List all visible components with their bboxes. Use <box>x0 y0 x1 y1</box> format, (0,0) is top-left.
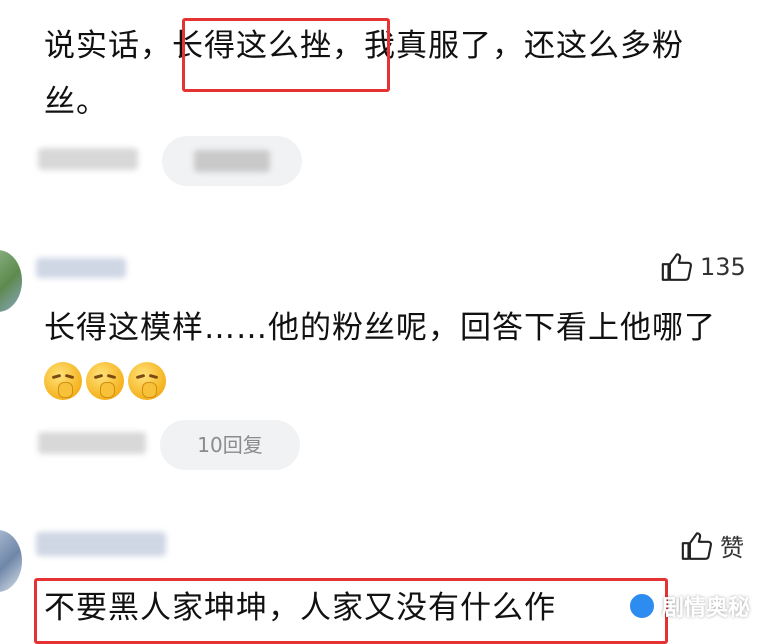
comment-1-text: 说实话，长得这么挫，我真服了，还这么多粉丝。 <box>44 28 684 120</box>
comment-1-blurred-meta <box>38 148 138 170</box>
comment-2-blurred-meta <box>38 432 146 454</box>
comment-3-like-button[interactable]: 赞 <box>680 528 744 563</box>
thumbs-up-icon <box>681 531 712 560</box>
comment-2-reply-count: 10回复 <box>197 433 263 457</box>
comment-3-like-label: 赞 <box>720 534 744 562</box>
commenter-2-name-blurred[interactable] <box>36 258 126 278</box>
shush-emoji-icon <box>128 362 166 400</box>
watermark: 剧情奥秘 <box>628 590 750 622</box>
comment-1-highlight <box>182 18 390 92</box>
comment-1-reply-pill[interactable] <box>162 136 302 186</box>
shush-emoji-icon <box>44 362 82 400</box>
watermark-logo-icon <box>628 592 656 620</box>
commenter-3-name-blurred[interactable] <box>36 532 166 556</box>
comment-2-like-button[interactable]: 135 <box>660 250 746 284</box>
thumbs-up-icon <box>661 253 692 281</box>
comment-2-reply-pill[interactable]: 10回复 <box>160 420 300 470</box>
comment-2-text: 长得这模样……他的粉丝呢，回答下看上他哪了 <box>44 300 754 412</box>
comment-2-like-count: 135 <box>700 253 746 281</box>
cropped-meta-line: ⋯ <box>50 0 68 7</box>
watermark-text: 剧情奥秘 <box>662 596 751 621</box>
commenter-3-avatar[interactable] <box>0 530 22 592</box>
commenter-2-avatar[interactable] <box>0 250 22 312</box>
shush-emoji-icon <box>86 362 124 400</box>
comment-3-highlight <box>34 578 668 644</box>
